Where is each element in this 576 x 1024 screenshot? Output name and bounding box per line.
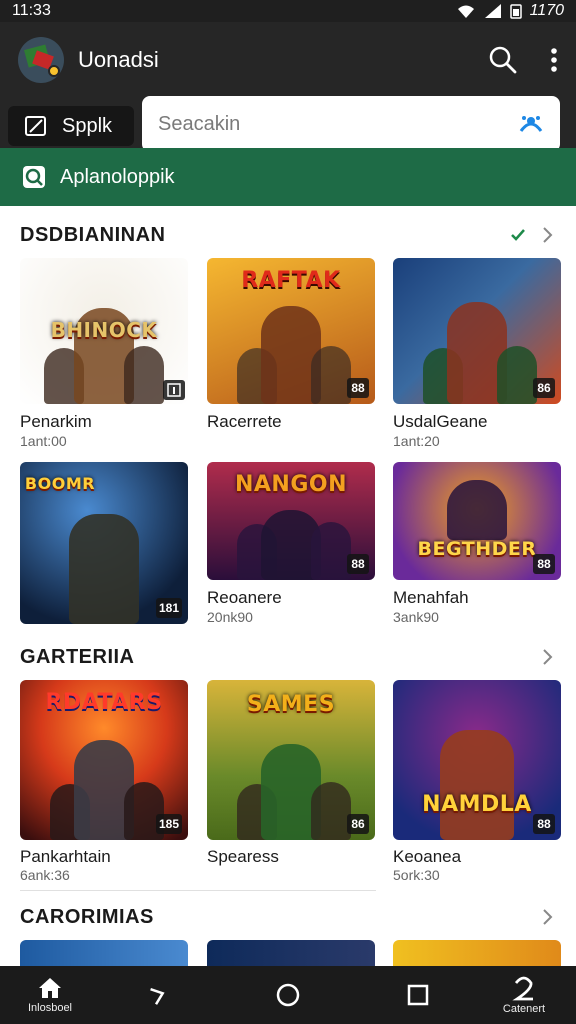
tile-sub: 20nk90 bbox=[207, 609, 253, 625]
banner-label: Aplanoloppik bbox=[60, 165, 175, 188]
game-tile[interactable] bbox=[393, 940, 561, 966]
profile-icon bbox=[512, 976, 533, 1001]
tile-logo: BOOMR bbox=[24, 474, 96, 493]
search-input[interactable] bbox=[158, 112, 518, 136]
wifi-icon bbox=[457, 5, 474, 18]
nav-profile[interactable]: Catenert bbox=[484, 966, 564, 1024]
tile-name: Pankarhtain bbox=[20, 847, 111, 866]
back-icon bbox=[150, 988, 165, 1005]
section-header: GARTERIIA bbox=[0, 637, 576, 677]
home-icon bbox=[39, 978, 61, 998]
tile-badge: 185 bbox=[155, 814, 182, 834]
app-store-icon bbox=[23, 166, 45, 188]
tile-logo: BHINOCK bbox=[50, 318, 158, 342]
nav-home-label: Inlosboel bbox=[27, 1002, 73, 1014]
game-tile[interactable]: RAFTAK 88 bbox=[207, 258, 375, 404]
tile-badge: 86 bbox=[347, 814, 369, 834]
circle-icon bbox=[276, 983, 300, 1007]
tab-pill[interactable]: Spplk bbox=[8, 106, 134, 146]
nav-home-circle[interactable] bbox=[248, 966, 328, 1024]
tile-sub: 3ank90 bbox=[393, 609, 439, 625]
tile-sub: 1ant:00 bbox=[20, 433, 67, 449]
game-tile[interactable]: NAMDLA 88 bbox=[393, 680, 561, 840]
tile-name: Spearess bbox=[207, 847, 279, 866]
game-tile[interactable]: BEGTHDER 88 bbox=[393, 462, 561, 580]
tile-badge: 88 bbox=[533, 554, 555, 574]
app-bar: Uonadsi bbox=[0, 22, 576, 98]
nav-back[interactable] bbox=[118, 966, 198, 1024]
tile-name: Menahfah bbox=[393, 588, 469, 607]
check-icon bbox=[511, 229, 525, 241]
battery-text: 1170 bbox=[529, 2, 564, 19]
tile-badge: 181 bbox=[155, 598, 182, 618]
tile-badge: 88 bbox=[347, 554, 369, 574]
tile-sub: 1ant:20 bbox=[393, 433, 440, 449]
status-time: 11:33 bbox=[12, 2, 51, 19]
tile-logo: NANGON bbox=[234, 472, 348, 497]
tile-info-icon bbox=[167, 383, 181, 397]
game-tile[interactable]: BHINOCK bbox=[20, 258, 188, 404]
edit-icon bbox=[25, 116, 46, 136]
game-tile[interactable]: NANGON 88 bbox=[207, 462, 375, 580]
signal-icon bbox=[484, 4, 501, 18]
nav-profile-label: Catenert bbox=[502, 1003, 546, 1015]
status-icons: 1170 bbox=[456, 2, 564, 20]
tile-badge: 88 bbox=[347, 378, 369, 398]
search-row: Spplk bbox=[0, 96, 576, 152]
section-header: DSDBIANINAN bbox=[0, 215, 576, 255]
app-title: Uonadsi bbox=[78, 47, 159, 72]
chevron-right-icon[interactable] bbox=[542, 908, 554, 926]
tile-name: UsdalGeane bbox=[393, 412, 488, 431]
square-icon bbox=[407, 984, 429, 1006]
tile-logo: RAFTAK bbox=[241, 268, 341, 293]
tile-badge: 88 bbox=[533, 814, 555, 834]
game-tile[interactable] bbox=[20, 940, 188, 966]
game-tile[interactable] bbox=[207, 940, 375, 966]
bottom-nav: Inlosboel Catenert bbox=[0, 966, 576, 1024]
chevron-right-icon[interactable] bbox=[542, 226, 554, 244]
game-tile[interactable]: RDATARS 185 bbox=[20, 680, 188, 840]
game-tile[interactable]: 86 bbox=[393, 258, 561, 404]
battery-icon bbox=[509, 4, 522, 19]
section-title: GARTERIIA bbox=[20, 645, 135, 668]
section-title: DSDBIANINAN bbox=[20, 223, 166, 246]
status-bar: 11:33 1170 bbox=[0, 0, 576, 22]
tile-badge: 86 bbox=[533, 378, 555, 398]
tab-pill-label: Spplk bbox=[62, 114, 113, 137]
tile-sub: 6ank:36 bbox=[20, 867, 70, 883]
tile-name: Reoanere bbox=[207, 588, 282, 607]
divider bbox=[20, 890, 376, 891]
nav-recents[interactable] bbox=[378, 966, 458, 1024]
nav-home[interactable]: Inlosboel bbox=[10, 966, 90, 1024]
category-banner[interactable]: Aplanoloppik bbox=[0, 148, 576, 206]
search-box[interactable] bbox=[142, 96, 560, 152]
game-tile[interactable]: BOOMR 181 bbox=[20, 462, 188, 624]
tile-logo: RDATARS bbox=[45, 690, 163, 715]
section-title: CARORIMIAS bbox=[20, 905, 154, 928]
tile-name: Penarkim bbox=[20, 412, 92, 431]
app-logo bbox=[18, 37, 64, 83]
tile-logo: SAMES bbox=[246, 692, 336, 717]
more-vert-icon[interactable] bbox=[550, 47, 558, 73]
tile-sub: 5ork:30 bbox=[393, 867, 440, 883]
tile-name: Keoanea bbox=[393, 847, 462, 866]
voice-icon[interactable] bbox=[518, 113, 544, 135]
chevron-right-icon[interactable] bbox=[542, 648, 554, 666]
tile-badge bbox=[163, 380, 185, 400]
section-header: CARORIMIAS bbox=[0, 897, 576, 937]
game-tile[interactable]: SAMES 86 bbox=[207, 680, 375, 840]
tile-name: Racerrete bbox=[207, 412, 282, 431]
search-icon[interactable] bbox=[488, 45, 518, 75]
